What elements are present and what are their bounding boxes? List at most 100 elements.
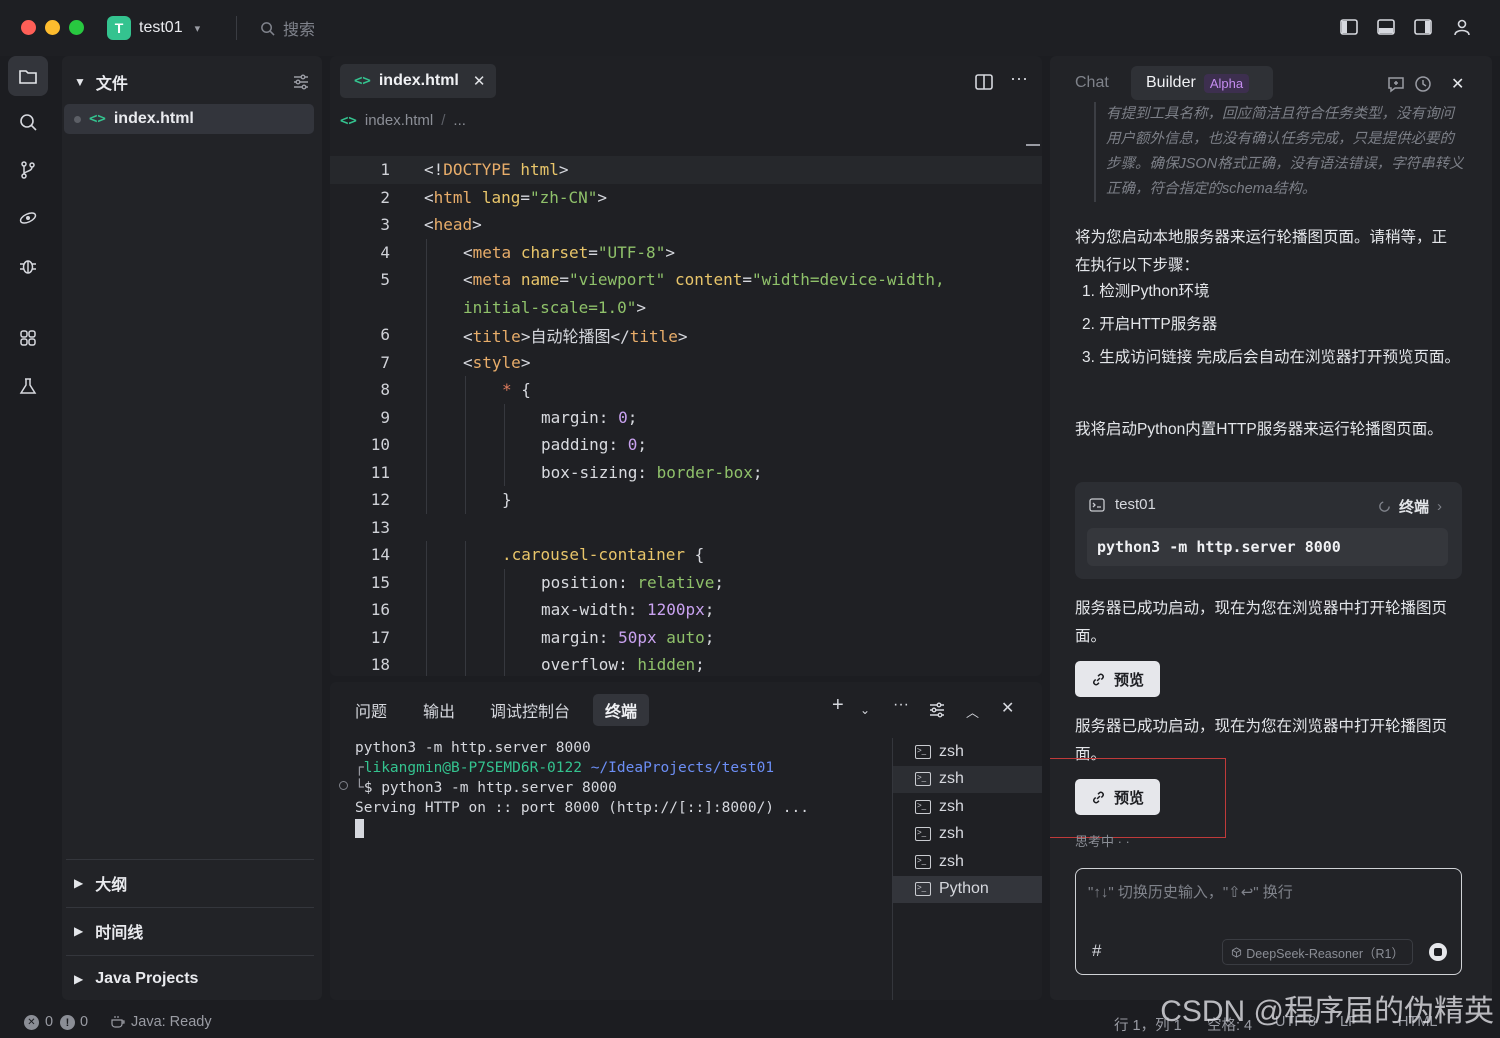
new-chat-icon[interactable] bbox=[1386, 74, 1406, 94]
terminal-icon: >_ bbox=[915, 799, 931, 814]
chat-input[interactable]: "↑↓" 切换历史输入，"⇧↩" 换行 # DeepSeek-Reasoner（… bbox=[1075, 868, 1462, 975]
code-token: ; bbox=[714, 572, 725, 592]
line-number: 6 bbox=[380, 325, 390, 345]
explorer-header[interactable]: ▼ 文件 bbox=[74, 70, 310, 94]
extensions-activity[interactable] bbox=[8, 318, 48, 358]
code-line: initial-scale=1.0"> bbox=[330, 293, 1042, 321]
warning-count[interactable]: 0 bbox=[80, 1014, 88, 1030]
search-box[interactable]: 搜索 bbox=[260, 16, 315, 40]
code-text: max-width: 1200px; bbox=[541, 600, 714, 619]
file-status-dot bbox=[74, 115, 81, 123]
explorer-activity[interactable] bbox=[8, 56, 48, 96]
tab-chat[interactable]: Chat bbox=[1075, 74, 1109, 92]
outline-section[interactable]: ▶ 大纲 bbox=[66, 859, 314, 905]
terminal-settings-icon[interactable] bbox=[928, 701, 946, 719]
maximize-panel-icon[interactable]: ︿ bbox=[966, 702, 979, 721]
title-divider bbox=[236, 16, 237, 40]
code-token: html bbox=[433, 187, 473, 207]
code-line: 1 <!DOCTYPE html> bbox=[330, 156, 1042, 184]
chevron-right-icon: ▶ bbox=[74, 875, 84, 890]
chevron-down-icon[interactable]: ⌄ bbox=[860, 703, 870, 717]
tab-problems[interactable]: 问题 bbox=[343, 694, 399, 726]
project-switcher[interactable]: T test01 ▾ bbox=[107, 15, 200, 41]
chevron-right-icon: ▶ bbox=[74, 971, 84, 986]
terminal-tool-card[interactable]: test01 终端 › python3 -m http.server 8000 bbox=[1075, 482, 1462, 579]
code-token: charset bbox=[520, 242, 589, 262]
toggle-left-sidebar-icon[interactable] bbox=[1339, 17, 1359, 37]
code-token: < bbox=[463, 326, 473, 346]
tab-output[interactable]: 输出 bbox=[411, 694, 467, 726]
model-name: DeepSeek-Reasoner（R1） bbox=[1246, 946, 1404, 961]
line-number: 8 bbox=[380, 380, 390, 400]
terminal-line: Serving HTTP on :: port 8000 (http://[::… bbox=[355, 800, 809, 816]
new-terminal-icon[interactable]: + bbox=[832, 694, 844, 717]
tab-terminal[interactable]: 终端 bbox=[593, 694, 650, 726]
code-token: : bbox=[618, 572, 638, 592]
line-number: 14 bbox=[370, 545, 390, 565]
more-actions-icon[interactable]: ··· bbox=[893, 696, 909, 714]
error-count[interactable]: 0 bbox=[45, 1014, 53, 1030]
tab-index-html[interactable]: <> index.html ✕ bbox=[340, 64, 496, 98]
close-tab-icon[interactable]: ✕ bbox=[473, 72, 486, 90]
minimize-window-button[interactable] bbox=[45, 20, 60, 35]
line-number: 11 bbox=[370, 462, 390, 482]
close-chat-icon[interactable]: ✕ bbox=[1451, 74, 1464, 94]
source-control-activity[interactable] bbox=[8, 150, 48, 190]
testing-activity[interactable] bbox=[8, 366, 48, 406]
terminal-output[interactable]: python3 -m http.server 8000 ┌likangmin@B… bbox=[355, 738, 809, 818]
git-branch-icon bbox=[21, 161, 35, 179]
tab-debug-console[interactable]: 调试控制台 bbox=[478, 694, 582, 726]
code-token: "viewport" bbox=[568, 270, 666, 290]
file-name: index.html bbox=[113, 110, 194, 127]
stop-button[interactable] bbox=[1429, 943, 1447, 961]
file-item-index-html[interactable]: <> index.html bbox=[64, 104, 314, 134]
preview-button[interactable]: 预览 bbox=[1075, 661, 1160, 697]
context-hash-button[interactable]: # bbox=[1092, 941, 1101, 961]
explorer-settings-icon[interactable] bbox=[292, 73, 310, 91]
history-icon[interactable] bbox=[1413, 74, 1433, 94]
html-file-icon: <> bbox=[89, 111, 106, 127]
toggle-right-sidebar-icon[interactable] bbox=[1413, 17, 1433, 37]
terminal-list-item[interactable]: >_ zsh bbox=[893, 738, 1042, 766]
terminal-cursor bbox=[355, 819, 364, 838]
tab-builder[interactable]: Builder Alpha bbox=[1131, 66, 1273, 100]
indent-guide bbox=[426, 376, 427, 404]
terminal-list-item[interactable]: >_ zsh bbox=[893, 848, 1042, 876]
timeline-section[interactable]: ▶ 时间线 bbox=[66, 907, 314, 953]
error-icon[interactable]: ✕ bbox=[24, 1015, 39, 1030]
maximize-window-button[interactable] bbox=[69, 20, 84, 35]
debug-activity[interactable] bbox=[8, 246, 48, 286]
breadcrumb-more[interactable]: ... bbox=[453, 112, 466, 129]
indent-guide bbox=[465, 376, 466, 404]
line-number: 4 bbox=[380, 242, 390, 262]
terminal-list-item[interactable]: >_ zsh bbox=[893, 765, 1042, 793]
java-projects-section[interactable]: ▶ Java Projects bbox=[66, 955, 314, 1001]
terminal-list-label: zsh bbox=[939, 797, 964, 815]
java-status[interactable]: Java: Ready bbox=[131, 1014, 212, 1030]
account-icon[interactable] bbox=[1452, 17, 1472, 37]
close-panel-icon[interactable]: ✕ bbox=[1001, 698, 1014, 718]
split-editor-icon[interactable] bbox=[974, 72, 994, 92]
code-view[interactable]: 1 <!DOCTYPE html> 2 <html lang="zh-CN"> 3 <he… bbox=[330, 156, 1042, 676]
model-selector[interactable]: DeepSeek-Reasoner（R1） bbox=[1222, 939, 1413, 965]
indent-guide bbox=[426, 651, 427, 676]
chevron-down-icon: ▼ bbox=[74, 75, 86, 89]
warning-icon[interactable]: ! bbox=[60, 1015, 75, 1030]
more-actions-icon[interactable]: ··· bbox=[1010, 68, 1028, 89]
breadcrumb-file[interactable]: index.html bbox=[365, 112, 433, 129]
code-token: : bbox=[627, 600, 647, 620]
code-token: { bbox=[511, 380, 531, 400]
code-token: > bbox=[665, 242, 675, 262]
close-window-button[interactable] bbox=[21, 20, 36, 35]
editor-area: <> index.html ✕ ··· <> index.html / ... … bbox=[330, 56, 1042, 676]
terminal-list-item[interactable]: >_ Python bbox=[893, 875, 1042, 903]
remote-activity[interactable] bbox=[8, 198, 48, 238]
toggle-panel-icon[interactable] bbox=[1376, 17, 1396, 37]
code-token: margin bbox=[541, 407, 599, 427]
breadcrumb: <> index.html / ... bbox=[340, 112, 466, 129]
terminal-list-item[interactable]: >_ zsh bbox=[893, 821, 1042, 849]
terminal-list-item[interactable]: >_ zsh bbox=[893, 793, 1042, 821]
search-activity[interactable] bbox=[8, 102, 48, 142]
folder-icon bbox=[19, 70, 37, 84]
